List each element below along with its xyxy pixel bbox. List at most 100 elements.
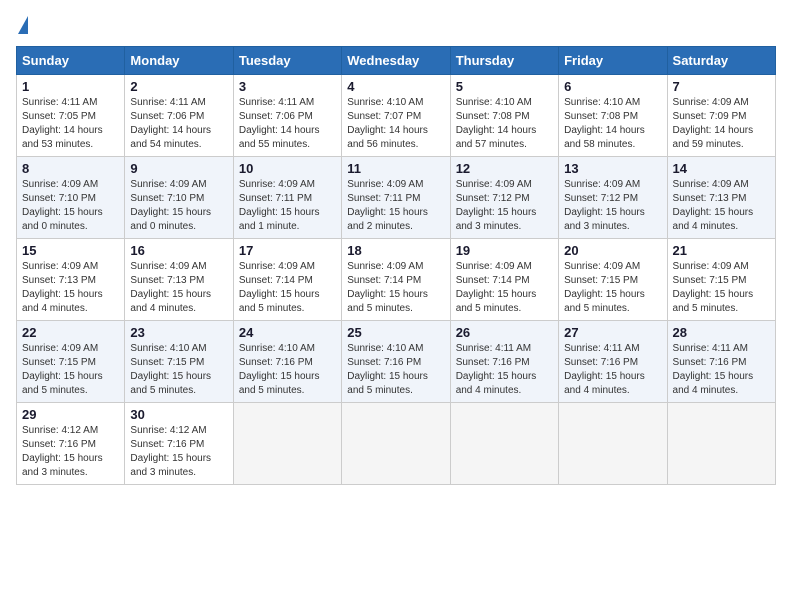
calendar-day-cell: 9 Sunrise: 4:09 AMSunset: 7:10 PMDaylight… [125, 157, 233, 239]
calendar-day-cell: 20 Sunrise: 4:09 AMSunset: 7:15 PMDayligh… [559, 239, 667, 321]
day-number: 29 [22, 407, 119, 422]
calendar-week-row: 22Sunrise: 4:09 AMSunset: 7:15 PMDayligh… [17, 321, 776, 403]
day-info: Sunrise: 4:09 AMSunset: 7:12 PMDaylight:… [564, 178, 661, 234]
day-number: 24 [239, 325, 336, 340]
calendar-day-cell: 10Sunrise: 4:09 AMSunset: 7:11 PMDayligh… [233, 157, 341, 239]
calendar-day-header: Tuesday [233, 47, 341, 75]
day-info: Sunrise: 4:11 AMSunset: 7:16 PMDaylight:… [673, 342, 770, 398]
day-info: Sunrise: 4:11 AMSunset: 7:16 PMDaylight:… [456, 342, 553, 398]
day-number: 18 [347, 243, 444, 258]
calendar-day-cell: 16 Sunrise: 4:09 AMSunset: 7:13 PMDayligh… [125, 239, 233, 321]
day-number: 27 [564, 325, 661, 340]
calendar-day-header: Monday [125, 47, 233, 75]
day-info: Sunrise: 4:11 AMSunset: 7:06 PMDaylight:… [239, 96, 336, 152]
day-info: Sunrise: 4:10 AMSunset: 7:15 PMDaylight:… [130, 342, 227, 398]
calendar-day-cell: 22Sunrise: 4:09 AMSunset: 7:15 PMDayligh… [17, 321, 125, 403]
calendar-day-cell: 2Sunrise: 4:11 AMSunset: 7:06 PMDaylight… [125, 75, 233, 157]
day-number: 17 [239, 243, 336, 258]
day-info: Sunrise: 4:09 AMSunset: 7:11 PMDaylight:… [347, 178, 444, 234]
day-info: Sunrise: 4:12 AMSunset: 7:16 PMDaylight:… [130, 424, 227, 480]
calendar-day-cell [559, 403, 667, 485]
calendar-day-cell: 14 Sunrise: 4:09 AMSunset: 7:13 PMDayligh… [667, 157, 775, 239]
day-number: 14 [673, 161, 770, 176]
calendar-day-cell: 11Sunrise: 4:09 AMSunset: 7:11 PMDayligh… [342, 157, 450, 239]
day-number: 3 [239, 79, 336, 94]
day-number: 8 [22, 161, 119, 176]
calendar-day-cell: 8 Sunrise: 4:09 AMSunset: 7:10 PMDaylight… [17, 157, 125, 239]
day-number: 21 [673, 243, 770, 258]
calendar-day-cell: 12 Sunrise: 4:09 AMSunset: 7:12 PMDayligh… [450, 157, 558, 239]
day-info: Sunrise: 4:11 AMSunset: 7:05 PMDaylight:… [22, 96, 119, 152]
calendar-day-cell: 21 Sunrise: 4:09 AMSunset: 7:15 PMDayligh… [667, 239, 775, 321]
day-number: 25 [347, 325, 444, 340]
calendar-day-cell: 18 Sunrise: 4:09 AMSunset: 7:14 PMDayligh… [342, 239, 450, 321]
calendar-day-cell: 13 Sunrise: 4:09 AMSunset: 7:12 PMDayligh… [559, 157, 667, 239]
calendar-week-row: 8 Sunrise: 4:09 AMSunset: 7:10 PMDaylight… [17, 157, 776, 239]
day-info: Sunrise: 4:12 AMSunset: 7:16 PMDaylight:… [22, 424, 119, 480]
day-info: Sunrise: 4:09 AMSunset: 7:13 PMDaylight:… [130, 260, 227, 316]
calendar-day-header: Friday [559, 47, 667, 75]
day-info: Sunrise: 4:09 AMSunset: 7:14 PMDaylight:… [347, 260, 444, 316]
calendar-day-cell: 24 Sunrise: 4:10 AMSunset: 7:16 PMDayligh… [233, 321, 341, 403]
day-info: Sunrise: 4:09 AMSunset: 7:10 PMDaylight:… [130, 178, 227, 234]
day-number: 1 [22, 79, 119, 94]
calendar-day-cell: 17 Sunrise: 4:09 AMSunset: 7:14 PMDayligh… [233, 239, 341, 321]
day-number: 28 [673, 325, 770, 340]
calendar-day-cell: 25 Sunrise: 4:10 AMSunset: 7:16 PMDayligh… [342, 321, 450, 403]
page-header [16, 16, 776, 36]
calendar-day-cell: 30 Sunrise: 4:12 AMSunset: 7:16 PMDayligh… [125, 403, 233, 485]
calendar-day-cell: 7 Sunrise: 4:09 AMSunset: 7:09 PMDaylight… [667, 75, 775, 157]
day-info: Sunrise: 4:09 AMSunset: 7:14 PMDaylight:… [456, 260, 553, 316]
calendar-day-cell [667, 403, 775, 485]
day-info: Sunrise: 4:09 AMSunset: 7:14 PMDaylight:… [239, 260, 336, 316]
calendar-day-header: Sunday [17, 47, 125, 75]
calendar-day-cell [342, 403, 450, 485]
calendar-day-cell: 29 Sunrise: 4:12 AMSunset: 7:16 PMDayligh… [17, 403, 125, 485]
day-number: 16 [130, 243, 227, 258]
logo-triangle-icon [18, 16, 28, 34]
calendar-day-header: Saturday [667, 47, 775, 75]
calendar-day-cell: 4 Sunrise: 4:10 AMSunset: 7:07 PMDaylight… [342, 75, 450, 157]
calendar-day-cell: 5 Sunrise: 4:10 AMSunset: 7:08 PMDaylight… [450, 75, 558, 157]
day-info: Sunrise: 4:10 AMSunset: 7:16 PMDaylight:… [347, 342, 444, 398]
calendar-day-cell: 23 Sunrise: 4:10 AMSunset: 7:15 PMDayligh… [125, 321, 233, 403]
calendar-day-cell [450, 403, 558, 485]
day-number: 12 [456, 161, 553, 176]
day-number: 30 [130, 407, 227, 422]
day-number: 13 [564, 161, 661, 176]
logo [16, 16, 28, 36]
day-info: Sunrise: 4:10 AMSunset: 7:08 PMDaylight:… [564, 96, 661, 152]
calendar-day-cell [233, 403, 341, 485]
day-info: Sunrise: 4:09 AMSunset: 7:09 PMDaylight:… [673, 96, 770, 152]
day-number: 19 [456, 243, 553, 258]
calendar-day-header: Thursday [450, 47, 558, 75]
day-info: Sunrise: 4:09 AMSunset: 7:10 PMDaylight:… [22, 178, 119, 234]
calendar-header-row: SundayMondayTuesdayWednesdayThursdayFrid… [17, 47, 776, 75]
day-number: 23 [130, 325, 227, 340]
day-number: 5 [456, 79, 553, 94]
calendar-day-cell: 6Sunrise: 4:10 AMSunset: 7:08 PMDaylight… [559, 75, 667, 157]
calendar-week-row: 1 Sunrise: 4:11 AMSunset: 7:05 PMDaylight… [17, 75, 776, 157]
day-info: Sunrise: 4:10 AMSunset: 7:07 PMDaylight:… [347, 96, 444, 152]
day-number: 20 [564, 243, 661, 258]
day-number: 10 [239, 161, 336, 176]
day-info: Sunrise: 4:10 AMSunset: 7:08 PMDaylight:… [456, 96, 553, 152]
calendar-day-cell: 19 Sunrise: 4:09 AMSunset: 7:14 PMDayligh… [450, 239, 558, 321]
calendar-week-row: 15 Sunrise: 4:09 AMSunset: 7:13 PMDayligh… [17, 239, 776, 321]
calendar-day-cell: 3 Sunrise: 4:11 AMSunset: 7:06 PMDaylight… [233, 75, 341, 157]
calendar-day-cell: 1 Sunrise: 4:11 AMSunset: 7:05 PMDaylight… [17, 75, 125, 157]
calendar-day-header: Wednesday [342, 47, 450, 75]
calendar-table: SundayMondayTuesdayWednesdayThursdayFrid… [16, 46, 776, 485]
day-info: Sunrise: 4:10 AMSunset: 7:16 PMDaylight:… [239, 342, 336, 398]
day-number: 7 [673, 79, 770, 94]
day-number: 2 [130, 79, 227, 94]
day-number: 4 [347, 79, 444, 94]
day-number: 9 [130, 161, 227, 176]
day-info: Sunrise: 4:09 AMSunset: 7:12 PMDaylight:… [456, 178, 553, 234]
day-number: 15 [22, 243, 119, 258]
day-info: Sunrise: 4:09 AMSunset: 7:15 PMDaylight:… [673, 260, 770, 316]
day-info: Sunrise: 4:11 AMSunset: 7:16 PMDaylight:… [564, 342, 661, 398]
day-info: Sunrise: 4:09 AMSunset: 7:13 PMDaylight:… [22, 260, 119, 316]
day-info: Sunrise: 4:09 AMSunset: 7:13 PMDaylight:… [673, 178, 770, 234]
day-info: Sunrise: 4:09 AMSunset: 7:15 PMDaylight:… [564, 260, 661, 316]
